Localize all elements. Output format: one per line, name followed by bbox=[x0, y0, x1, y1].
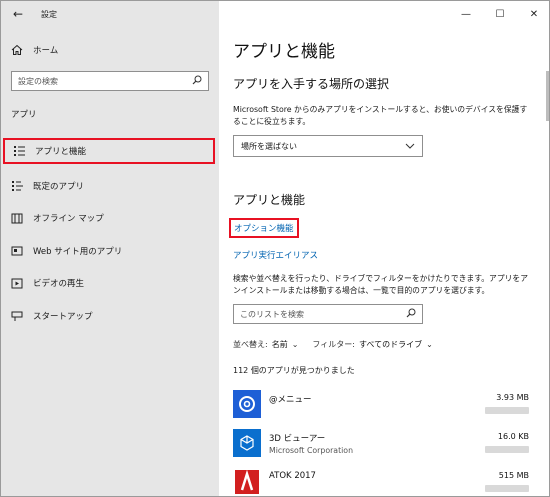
app-date-redacted bbox=[485, 485, 529, 492]
app-list-item[interactable]: @メニュー 3.93 MB bbox=[233, 390, 529, 424]
offline-maps-icon bbox=[11, 212, 23, 224]
sort-filter-row: 並べ替え: 名前 ⌄ フィルター: すべてのドライブ ⌄ bbox=[233, 339, 447, 350]
chevron-down-icon bbox=[405, 142, 415, 151]
maximize-icon: ☐ bbox=[495, 8, 505, 20]
sidebar-item-label: Web サイト用のアプリ bbox=[33, 247, 123, 257]
app-publisher: Microsoft Corporation bbox=[269, 446, 354, 455]
page-title: アプリと機能 bbox=[233, 42, 335, 62]
sidebar-item-label: オフライン マップ bbox=[33, 214, 104, 224]
app-date-redacted bbox=[485, 446, 529, 453]
settings-search-input[interactable]: 設定の検索 bbox=[11, 71, 209, 91]
sidebar-item-label: 既定のアプリ bbox=[33, 182, 85, 192]
search-placeholder: 設定の検索 bbox=[18, 76, 58, 86]
sidebar-item-offline-maps[interactable]: オフライン マップ bbox=[1, 205, 219, 231]
nav-home[interactable]: ホーム bbox=[1, 39, 219, 61]
settings-window: ← 設定 ホーム 設定の検索 アプリ アプリと機能 既定のアプリ オフライン マ… bbox=[0, 0, 550, 497]
back-arrow-icon: ← bbox=[12, 7, 24, 21]
main-content: — ☐ ✕ アプリと機能 アプリを入手する場所の選択 Microsoft Sto… bbox=[219, 1, 549, 496]
app-list-search-input[interactable]: このリストを検索 bbox=[233, 304, 423, 324]
minimize-button[interactable]: — bbox=[449, 1, 483, 27]
video-playback-icon bbox=[11, 277, 23, 289]
app-name: 3D ビューアー bbox=[269, 434, 326, 444]
sidebar-item-label: スタートアップ bbox=[33, 312, 93, 322]
sort-label: 並べ替え: bbox=[233, 340, 268, 349]
app-list-item[interactable]: 3D ビューアー Microsoft Corporation 16.0 KB bbox=[233, 429, 529, 463]
3d-viewer-icon bbox=[233, 429, 261, 457]
filter-label: フィルター: bbox=[312, 340, 355, 349]
apps-features-icon bbox=[13, 145, 25, 157]
app-list-item[interactable]: ATOK 2017 515 MB bbox=[233, 468, 529, 496]
list-search-placeholder: このリストを検索 bbox=[240, 309, 304, 319]
sidebar-item-apps-features[interactable]: アプリと機能 bbox=[3, 138, 215, 164]
minimize-icon: — bbox=[461, 8, 471, 20]
scrollbar[interactable] bbox=[546, 71, 549, 121]
app-count-text: 112 個のアプリが見つかりました bbox=[233, 366, 355, 375]
sidebar-item-video-playback[interactable]: ビデオの再生 bbox=[1, 270, 219, 296]
apps-for-websites-icon bbox=[11, 245, 23, 257]
app-name: ATOK 2017 bbox=[269, 471, 316, 481]
search-icon bbox=[192, 75, 202, 88]
app-date-redacted bbox=[485, 407, 529, 414]
close-icon: ✕ bbox=[529, 8, 539, 20]
dropdown-value: 場所を選ばない bbox=[241, 141, 297, 151]
chevron-down-icon: ⌄ bbox=[426, 340, 433, 349]
app-size: 16.0 KB bbox=[497, 432, 529, 441]
install-description: Microsoft Store からのみアプリをインストールすると、お使いのデバ… bbox=[233, 105, 528, 126]
app-size: 515 MB bbox=[498, 471, 529, 480]
install-source-dropdown[interactable]: 場所を選ばない bbox=[233, 135, 423, 157]
sidebar-item-apps-for-websites[interactable]: Web サイト用のアプリ bbox=[1, 238, 219, 264]
sidebar-item-startup[interactable]: スタートアップ bbox=[1, 303, 219, 329]
at-menu-icon bbox=[233, 390, 261, 418]
app-name: @メニュー bbox=[269, 395, 312, 405]
sidebar-item-default-apps[interactable]: 既定のアプリ bbox=[1, 173, 219, 199]
chevron-down-icon: ⌄ bbox=[291, 340, 299, 349]
optional-features-link[interactable]: オプション機能 bbox=[229, 218, 299, 238]
home-label: ホーム bbox=[33, 46, 59, 56]
app-title: 設定 bbox=[41, 9, 57, 19]
close-button[interactable]: ✕ bbox=[517, 1, 549, 27]
app-alias-link[interactable]: アプリ実行エイリアス bbox=[233, 249, 318, 261]
sidebar-item-label: アプリと機能 bbox=[35, 147, 87, 157]
sidebar: ← 設定 ホーム 設定の検索 アプリ アプリと機能 既定のアプリ オフライン マ… bbox=[1, 1, 219, 496]
app-size: 3.93 MB bbox=[496, 393, 529, 402]
default-apps-icon bbox=[11, 180, 23, 192]
title-bar: ← 設定 bbox=[1, 1, 219, 27]
filter-dropdown[interactable]: すべてのドライブ bbox=[359, 339, 422, 350]
section-label-apps: アプリ bbox=[11, 110, 37, 120]
sort-dropdown[interactable]: 名前 bbox=[272, 339, 288, 350]
back-button[interactable]: ← bbox=[1, 1, 35, 27]
startup-icon bbox=[11, 310, 23, 322]
install-heading: アプリを入手する場所の選択 bbox=[233, 77, 390, 91]
sidebar-item-label: ビデオの再生 bbox=[33, 279, 85, 289]
window-controls: — ☐ ✕ bbox=[449, 1, 549, 27]
home-icon bbox=[11, 44, 23, 56]
features-heading: アプリと機能 bbox=[233, 193, 306, 207]
features-description: 検索や並べ替えを行ったり、ドライブでフィルターをかけたりできます。アプリをアンイ… bbox=[233, 274, 529, 295]
search-icon bbox=[406, 308, 416, 321]
atok-icon bbox=[233, 468, 261, 496]
maximize-button[interactable]: ☐ bbox=[483, 1, 517, 27]
